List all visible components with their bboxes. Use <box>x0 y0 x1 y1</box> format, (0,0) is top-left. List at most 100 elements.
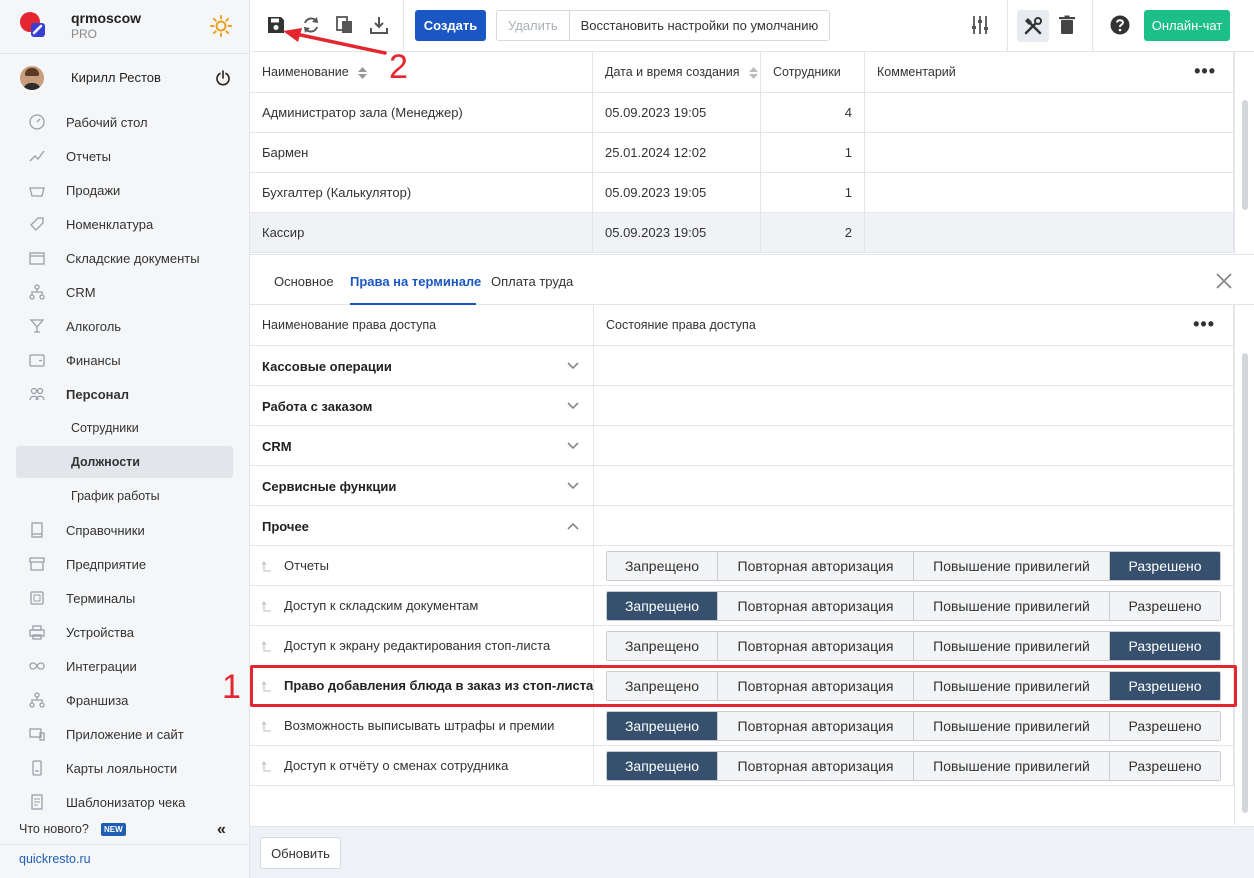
state-option-allowed[interactable]: Разрешено <box>1110 632 1220 660</box>
sort-icon[interactable] <box>358 66 368 79</box>
chevron-up-icon[interactable] <box>566 519 580 533</box>
sidebar-item-dashboard[interactable]: Рабочий стол <box>16 106 233 138</box>
permission-group-row[interactable]: CRM <box>250 426 1234 466</box>
scrollbar-thumb[interactable] <box>1242 353 1248 813</box>
table-row[interactable]: Бармен 25.01.2024 12:02 1 <box>250 133 1234 173</box>
sidebar-item-receipt-template[interactable]: Шаблонизатор чека <box>16 786 233 818</box>
sidebar-item-alcohol[interactable]: Алкоголь <box>16 310 233 342</box>
collapse-sidebar-icon[interactable]: « <box>217 821 226 839</box>
columns-menu-icon[interactable]: ••• <box>1193 315 1215 333</box>
permission-label: Доступ к отчёту о сменах сотрудника <box>284 758 509 773</box>
state-option-allowed[interactable]: Разрешено <box>1110 712 1220 740</box>
state-option-reauth[interactable]: Повторная авторизация <box>718 712 914 740</box>
filter-sliders-icon[interactable] <box>969 14 991 36</box>
sidebar-item-terminals[interactable]: Терминалы <box>16 582 233 614</box>
sidebar-item-nomenclature[interactable]: Номенклатура <box>16 208 233 240</box>
download-icon[interactable] <box>368 14 390 36</box>
state-option-elevation[interactable]: Повышение привилегий <box>914 712 1110 740</box>
permission-group-row[interactable]: Сервисные функции <box>250 466 1234 506</box>
tab-terminal-rights[interactable]: Права на терминале <box>350 274 481 289</box>
chevron-down-icon[interactable] <box>566 359 580 373</box>
state-option-denied[interactable]: Запрещено <box>607 672 718 700</box>
chevron-down-icon[interactable] <box>566 439 580 453</box>
sidebar-item-devices[interactable]: Устройства <box>16 616 233 648</box>
power-icon[interactable] <box>215 70 231 86</box>
whats-new-link[interactable]: Что нового? <box>19 822 89 836</box>
help-icon[interactable] <box>1109 14 1131 36</box>
sidebar-item-loyalty[interactable]: Карты лояльности <box>16 752 233 784</box>
sidebar-item-app-site[interactable]: Приложение и сайт <box>16 718 233 750</box>
delete-button[interactable]: Удалить <box>497 11 570 40</box>
state-option-reauth[interactable]: Повторная авторизация <box>718 632 914 660</box>
create-button[interactable]: Создать <box>415 10 486 41</box>
state-option-denied[interactable]: Запрещено <box>607 712 718 740</box>
table-row-selected[interactable]: Кассир 05.09.2023 19:05 2 <box>250 213 1234 253</box>
tools-button[interactable] <box>1017 10 1049 42</box>
sidebar-item-finance[interactable]: Финансы <box>16 344 233 376</box>
sidebar-item-franchise[interactable]: Франшиза <box>16 684 233 716</box>
state-option-reauth[interactable]: Повторная авторизация <box>718 752 914 780</box>
state-option-allowed[interactable]: Разрешено <box>1110 552 1220 580</box>
state-option-allowed[interactable]: Разрешено <box>1110 592 1220 620</box>
avatar[interactable] <box>20 66 44 90</box>
online-chat-button[interactable]: Онлайн-чат <box>1144 10 1230 41</box>
permissions-scrollbar[interactable] <box>1234 305 1254 825</box>
tab-payroll[interactable]: Оплата труда <box>491 274 573 289</box>
sort-icon[interactable] <box>749 66 759 79</box>
refresh-icon[interactable] <box>300 14 322 36</box>
state-option-elevation[interactable]: Повышение привилегий <box>914 632 1110 660</box>
sidebar-item-reports[interactable]: Отчеты <box>16 140 233 172</box>
sidebar-item-warehouse[interactable]: Складские документы <box>16 242 233 274</box>
state-option-reauth[interactable]: Повторная авторизация <box>718 672 914 700</box>
column-header-comment[interactable]: Комментарий <box>865 52 1234 93</box>
tab-general[interactable]: Основное <box>274 274 334 289</box>
close-icon[interactable] <box>1215 272 1233 290</box>
permission-group-row[interactable]: Кассовые операции <box>250 346 1234 386</box>
sidebar-item-references[interactable]: Справочники <box>16 514 233 546</box>
state-option-allowed[interactable]: Разрешено <box>1110 752 1220 780</box>
scrollbar-thumb[interactable] <box>1242 100 1248 210</box>
state-option-reauth[interactable]: Повторная авторизация <box>718 592 914 620</box>
save-icon[interactable] <box>265 14 287 36</box>
sidebar-item-employees[interactable]: Сотрудники <box>16 412 233 444</box>
chevron-down-icon[interactable] <box>566 399 580 413</box>
state-option-elevation[interactable]: Повышение привилегий <box>914 752 1110 780</box>
state-option-elevation[interactable]: Повышение привилегий <box>914 592 1110 620</box>
state-option-reauth[interactable]: Повторная авторизация <box>718 552 914 580</box>
state-option-elevation[interactable]: Повышение привилегий <box>914 672 1110 700</box>
sidebar-item-sales[interactable]: Продажи <box>16 174 233 206</box>
state-option-allowed[interactable]: Разрешено <box>1110 672 1220 700</box>
table-row[interactable]: Администратор зала (Менеджер) 05.09.2023… <box>250 93 1234 133</box>
state-option-elevation[interactable]: Повышение привилегий <box>914 552 1110 580</box>
table-row[interactable]: Бухгалтер (Калькулятор) 05.09.2023 19:05… <box>250 173 1234 213</box>
sidebar-item-staff[interactable]: Персонал <box>16 378 233 410</box>
permission-group-row[interactable]: Работа с заказом <box>250 386 1234 426</box>
positions-scrollbar[interactable] <box>1234 52 1254 254</box>
chevron-down-icon[interactable] <box>566 479 580 493</box>
sidebar-item-positions[interactable]: Должности <box>16 446 233 478</box>
state-option-denied[interactable]: Запрещено <box>607 552 718 580</box>
refresh-button[interactable]: Обновить <box>260 837 341 869</box>
restore-defaults-button[interactable]: Восстановить настройки по умолчанию <box>570 11 830 40</box>
sidebar-item-enterprise[interactable]: Предприятие <box>16 548 233 580</box>
sub-item-icon <box>262 641 271 652</box>
column-header-name[interactable]: Наименование <box>250 52 593 93</box>
sidebar-item-schedule[interactable]: График работы <box>16 480 233 512</box>
permission-group-label: Сервисные функции <box>262 479 397 494</box>
permission-row: Доступ к отчёту о сменах сотрудника Запр… <box>250 746 1234 786</box>
state-option-denied[interactable]: Запрещено <box>607 752 718 780</box>
column-header-employees[interactable]: Сотрудники <box>761 52 865 93</box>
sidebar-item-crm[interactable]: CRM <box>16 276 233 308</box>
state-option-denied[interactable]: Запрещено <box>607 632 718 660</box>
columns-menu-icon[interactable]: ••• <box>1194 62 1216 80</box>
user-name: Кирилл Рестов <box>71 70 161 85</box>
sun-icon[interactable] <box>210 15 232 37</box>
state-option-denied[interactable]: Запрещено <box>607 592 718 620</box>
user-profile[interactable]: Кирилл Рестов <box>0 58 249 98</box>
column-header-date[interactable]: Дата и время создания <box>593 52 761 93</box>
sidebar-item-integrations[interactable]: Интеграции <box>16 650 233 682</box>
copy-icon[interactable] <box>334 14 356 36</box>
permission-group-row[interactable]: Прочее <box>250 506 1234 546</box>
trash-icon[interactable] <box>1056 14 1078 36</box>
site-link[interactable]: quickresto.ru <box>19 852 91 866</box>
